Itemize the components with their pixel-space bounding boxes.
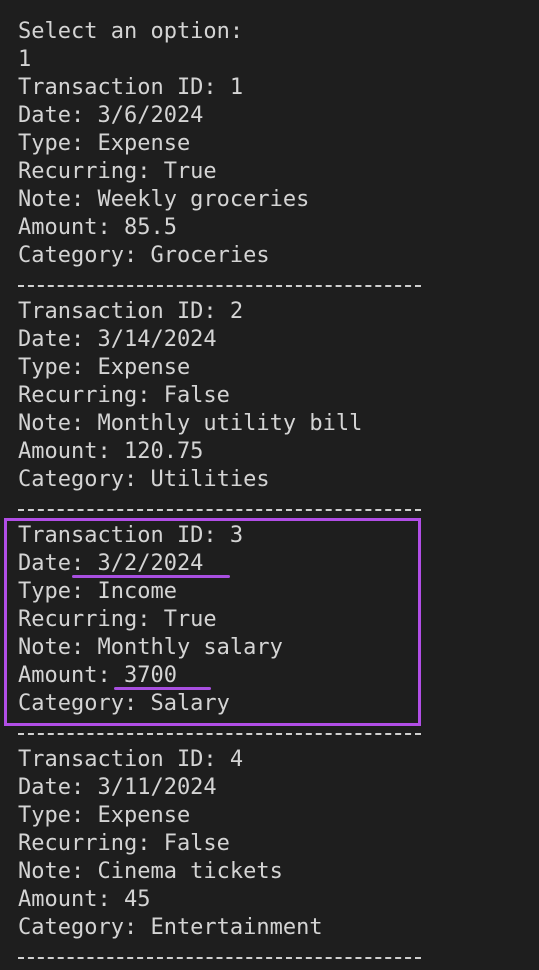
transaction-recurring: Recurring: True	[18, 607, 217, 632]
transaction-date: Date: 3/11/2024	[18, 775, 217, 800]
user-input: 1	[18, 47, 32, 72]
menu-prompt: Select an option:	[18, 19, 244, 44]
transaction-block-2: Transaction ID: 2 Date: 3/14/2024 Type: …	[18, 298, 528, 494]
separator-line	[18, 270, 528, 298]
annotation-underline-date	[72, 575, 230, 578]
separator-line	[18, 942, 528, 970]
transaction-type: Type: Expense	[18, 131, 191, 156]
transaction-amount: Amount: 120.75	[18, 439, 204, 464]
transaction-date: Date: 3/2/2024	[18, 551, 204, 576]
transaction-block-3: Transaction ID: 3 Date: 3/2/2024 Type: I…	[18, 522, 528, 718]
transaction-recurring: Recurring: False	[18, 831, 230, 856]
transaction-id: Transaction ID: 4	[18, 747, 244, 772]
transaction-amount: Amount: 85.5	[18, 215, 177, 240]
transaction-block-4: Transaction ID: 4 Date: 3/11/2024 Type: …	[18, 746, 528, 942]
transaction-note: Note: Monthly salary	[18, 635, 283, 660]
transaction-category: Category: Entertainment	[18, 915, 323, 940]
transaction-recurring: Recurring: True	[18, 159, 217, 184]
transaction-type: Type: Expense	[18, 355, 191, 380]
transaction-id: Transaction ID: 2	[18, 299, 244, 324]
transaction-category: Category: Salary	[18, 691, 230, 716]
transaction-note: Note: Monthly utility bill	[18, 411, 363, 436]
transaction-date: Date: 3/6/2024	[18, 103, 204, 128]
transaction-note: Note: Weekly groceries	[18, 187, 310, 212]
transaction-amount: Amount: 3700	[18, 663, 177, 688]
transaction-type: Type: Expense	[18, 803, 191, 828]
transaction-id: Transaction ID: 1	[18, 75, 244, 100]
annotation-underline-amount	[114, 687, 211, 690]
transaction-date: Date: 3/14/2024	[18, 327, 217, 352]
transaction-amount: Amount: 45	[18, 887, 151, 912]
separator-line	[18, 494, 528, 522]
transaction-category: Category: Utilities	[18, 467, 270, 492]
transaction-id: Transaction ID: 3	[18, 523, 244, 548]
transaction-block-1: Transaction ID: 1 Date: 3/6/2024 Type: E…	[18, 74, 528, 270]
transaction-category: Category: Groceries	[18, 243, 270, 268]
transaction-note: Note: Cinema tickets	[18, 859, 283, 884]
transaction-type: Type: Income	[18, 579, 177, 604]
transaction-recurring: Recurring: False	[18, 383, 230, 408]
terminal-output: Select an option: 1 Transaction ID: 1 Da…	[18, 18, 528, 970]
separator-line	[18, 718, 528, 746]
